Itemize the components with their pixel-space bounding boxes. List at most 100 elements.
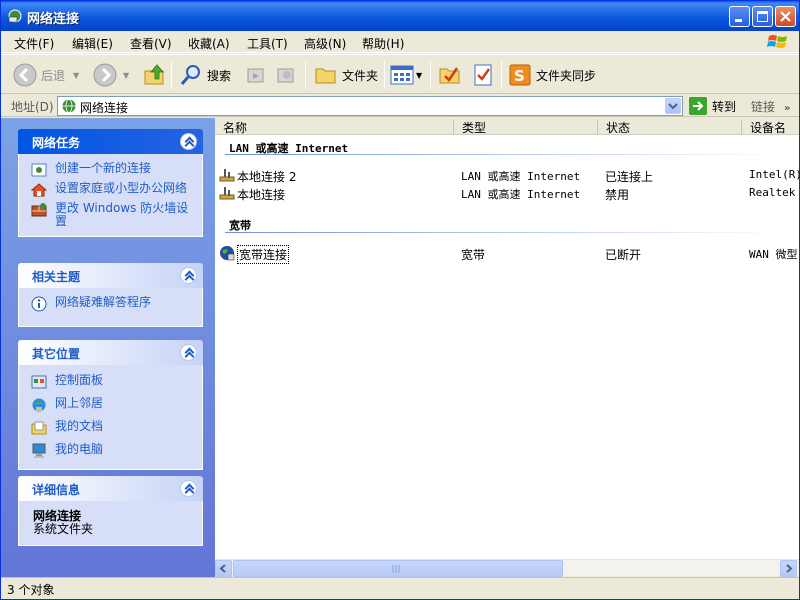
network-tasks-panel: 网络任务 创建一个新的连接 设置家庭或小型办公网络 更改 Windows 防火墙… <box>18 129 203 237</box>
toolbar-separator <box>171 61 172 89</box>
horizontal-scrollbar[interactable] <box>215 559 799 577</box>
move-to-icon <box>247 68 264 83</box>
minimize-button[interactable] <box>729 6 750 27</box>
task-network-troubleshooter[interactable]: 网络疑难解答程序 <box>31 296 192 312</box>
connection-name: 宽带连接 <box>237 245 290 264</box>
address-label: 地址(D) <box>11 100 54 114</box>
menu-tools[interactable]: 工具(T) <box>247 35 288 52</box>
network-places-icon <box>32 398 46 412</box>
connection-device: Realtek <box>749 186 796 199</box>
network-tasks-header[interactable]: 网络任务 <box>18 129 203 154</box>
forward-button[interactable]: ▼ <box>93 61 129 89</box>
scroll-left-button[interactable] <box>215 560 232 577</box>
place-my-computer[interactable]: 我的电脑 <box>31 443 192 459</box>
connection-device: Intel(R) <box>749 168 800 181</box>
folders-icon <box>315 68 336 84</box>
task-create-connection[interactable]: 创建一个新的连接 <box>31 162 192 178</box>
menu-favorites[interactable]: 收藏(A) <box>188 35 230 52</box>
maximize-button[interactable] <box>752 6 773 27</box>
move-to-button[interactable] <box>245 61 267 89</box>
title-bar[interactable]: 网络连接 <box>1 1 799 31</box>
table-row[interactable]: 本地连接 2 LAN 或高速 Internet 已连接上 Intel(R) <box>219 166 800 184</box>
grip-icon <box>392 565 400 573</box>
network-tasks-title: 网络任务 <box>32 136 81 150</box>
scroll-thumb[interactable] <box>233 560 563 577</box>
go-button[interactable]: 转到 <box>689 96 736 116</box>
other-places-header[interactable]: 其它位置 <box>18 340 203 365</box>
place-label: 网上邻居 <box>55 396 104 410</box>
go-label: 转到 <box>712 99 737 114</box>
my-computer-icon <box>32 443 46 458</box>
details-type: 系统文件夹 <box>33 522 94 536</box>
column-name[interactable]: 名称 <box>215 119 454 135</box>
folder-sync-icon: S <box>509 64 531 86</box>
folders-button[interactable]: 文件夹 <box>314 61 378 89</box>
chevron-right-icon: » <box>784 103 791 114</box>
close-button[interactable] <box>775 6 796 27</box>
views-icon <box>390 65 414 85</box>
address-value: 网络连接 <box>80 101 129 115</box>
task-firewall-settings[interactable]: 更改 Windows 防火墙设置 <box>31 202 192 228</box>
place-network-neighborhood[interactable]: 网上邻居 <box>31 397 192 413</box>
svg-text:S: S <box>514 67 525 85</box>
folder-check-icon <box>439 67 460 84</box>
details-title: 详细信息 <box>32 483 81 497</box>
column-header: 名称 类型 状态 设备名 <box>215 118 799 135</box>
folder-up-icon <box>144 64 164 85</box>
checklist-icon <box>474 64 492 86</box>
collapse-icon[interactable] <box>180 133 197 150</box>
place-my-documents[interactable]: 我的文档 <box>31 420 192 436</box>
folder-sync-button[interactable]: S 文件夹同步 <box>508 61 596 89</box>
forward-dropdown-icon[interactable]: ▼ <box>123 71 129 80</box>
table-row[interactable]: 宽带连接 宽带 已断开 WAN 微型 <box>219 244 799 264</box>
menu-help[interactable]: 帮助(H) <box>362 35 404 52</box>
scroll-right-button[interactable] <box>780 560 797 577</box>
task-label: 设置家庭或小型办公网络 <box>55 181 188 195</box>
other-places-title: 其它位置 <box>32 347 81 361</box>
network-globe-icon <box>62 99 76 113</box>
menu-file[interactable]: 文件(F) <box>14 35 54 52</box>
address-dropdown-button[interactable] <box>665 98 681 114</box>
related-topics-header[interactable]: 相关主题 <box>18 263 203 288</box>
copy-to-icon <box>277 68 294 83</box>
control-panel-icon <box>31 375 47 389</box>
table-row[interactable]: 本地连接 LAN 或高速 Internet 禁用 Realtek <box>219 184 799 202</box>
collapse-icon[interactable] <box>180 480 197 497</box>
search-icon <box>180 65 200 85</box>
menu-advanced[interactable]: 高级(N) <box>304 35 346 52</box>
toolbar-separator <box>501 61 502 89</box>
connection-status: 禁用 <box>605 188 630 202</box>
details-header[interactable]: 详细信息 <box>18 476 203 501</box>
collapse-icon[interactable] <box>180 267 197 284</box>
toolbar-separator <box>384 61 385 89</box>
menu-view[interactable]: 查看(V) <box>130 35 172 52</box>
home-network-icon <box>31 183 47 197</box>
connection-name: 本地连接 2 <box>237 170 297 184</box>
back-button[interactable]: 后退 ▼ <box>13 61 79 89</box>
links-button[interactable]: 链接 » <box>751 98 790 115</box>
column-device[interactable]: 设备名 <box>742 119 799 135</box>
task-setup-home-network[interactable]: 设置家庭或小型办公网络 <box>31 182 192 198</box>
checklist-button[interactable] <box>471 61 495 89</box>
collapse-icon[interactable] <box>180 344 197 361</box>
up-button[interactable] <box>143 61 167 89</box>
column-type[interactable]: 类型 <box>454 119 598 135</box>
search-button[interactable]: 搜索 <box>179 61 231 89</box>
properties-button[interactable] <box>438 61 462 89</box>
connection-type: LAN 或高速 Internet <box>461 188 581 201</box>
views-dropdown-icon[interactable]: ▼ <box>416 71 422 80</box>
address-input[interactable]: 网络连接 <box>57 96 683 116</box>
back-dropdown-icon[interactable]: ▼ <box>73 71 79 80</box>
views-button[interactable]: ▼ <box>390 61 422 89</box>
go-arrow-icon <box>689 97 707 115</box>
connection-status: 已断开 <box>605 248 642 262</box>
other-places-panel: 其它位置 控制面板 网上邻居 我的文档 我的电脑 <box>18 340 203 470</box>
back-label: 后退 <box>41 68 66 83</box>
address-bar: 地址(D) 网络连接 转到 链接 » <box>1 95 799 117</box>
place-control-panel[interactable]: 控制面板 <box>31 374 192 390</box>
menu-edit[interactable]: 编辑(E) <box>72 35 113 52</box>
chevron-right-icon <box>786 564 793 573</box>
column-status[interactable]: 状态 <box>598 119 742 135</box>
windows-logo-icon <box>767 35 787 48</box>
copy-to-button[interactable] <box>275 61 297 89</box>
